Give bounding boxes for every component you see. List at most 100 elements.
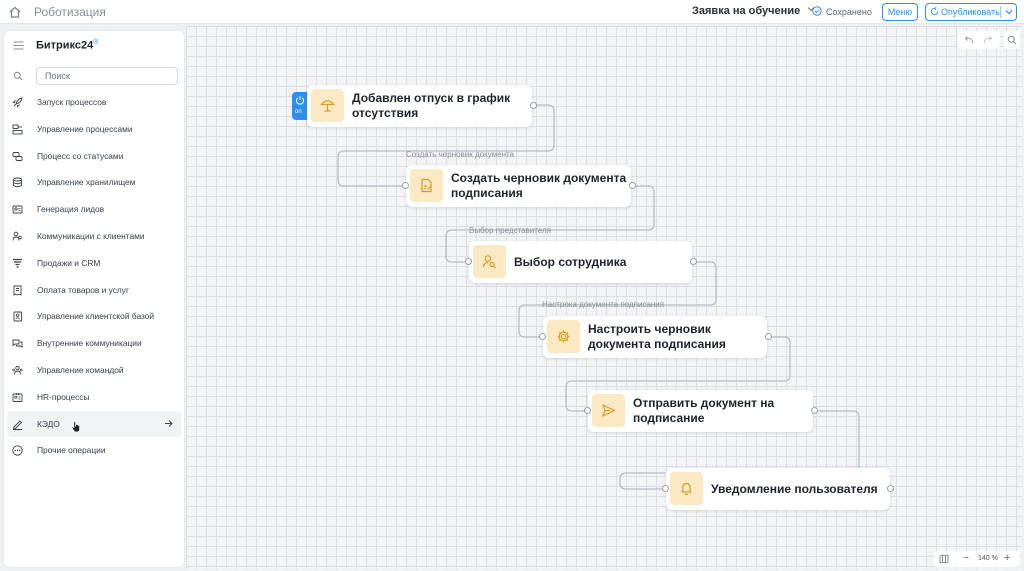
home-icon[interactable] [8,5,22,19]
sidebar-item-label: Управление командой [37,364,124,375]
node-title-line-1: Отправить документ на [633,396,775,410]
publish-divider [1000,6,1001,18]
sidebar-item-label: Управление клиентской базой [37,311,155,322]
flow-name: Заявка на обучение [692,5,801,17]
node-title: Уведомление пользователя [711,482,878,496]
flow-node-user-notification[interactable]: Уведомление пользователя [666,468,890,510]
check-circle-icon [812,6,822,16]
lead-card-icon [12,205,23,214]
canvas-search-button[interactable] [1004,31,1020,49]
flow-node-select-employee[interactable]: Выбор сотрудника [469,241,692,283]
vacation-umbrella-icon [320,100,335,112]
funnel-icon [13,258,22,268]
status-flow-icon [12,151,23,161]
node-icon-box [473,245,506,278]
flow-select-dropdown[interactable]: Заявка на обучение [692,5,815,17]
sidebar-item-internal-communications[interactable]: Внутренние коммуникации [4,330,184,357]
trigger-toggle[interactable]: on [292,92,308,120]
minimap-icon[interactable] [939,554,949,564]
node-title-line-1: Создать черновик документа [451,171,627,185]
node-title: Выбор сотрудника [514,255,627,269]
sidebar-item-label: Процесс со статусами [37,150,124,161]
sidebar-item-kedo[interactable]: КЭДО [7,410,181,438]
zoom-out-button[interactable]: − [963,553,969,564]
team-icon [12,365,23,375]
top-bar: Роботизация Заявка на обучение Сохранено… [0,0,1024,24]
process-blocks-icon [12,124,23,135]
sidebar-item-lead-generation[interactable]: Генерация лидов [4,196,184,223]
undo-icon[interactable] [964,35,974,45]
saved-status: Сохранено [812,6,872,17]
brand-mark: ® [93,39,99,46]
node-title: Отправить документ на подписание [633,396,774,426]
sidebar-item-process-launch[interactable]: Запуск процессов [4,89,184,116]
output-port[interactable] [690,258,697,265]
output-port[interactable] [530,102,537,109]
edge-label-select-representative: Выбор представителя [469,226,552,235]
sidebar-item-process-management[interactable]: Управление процессами [4,116,184,143]
output-port[interactable] [887,485,894,492]
output-port[interactable] [811,407,818,414]
sidebar-item-label: Управление процессами [37,123,133,134]
flow-node-send-document[interactable]: Отправить документ на подписание [588,390,813,432]
node-title-line-1: Настроить черновик [588,322,711,336]
saved-status-label: Сохранено [826,7,872,17]
mouse-pointer-hand-icon [71,421,80,433]
node-title-line-2: отсутствия [352,106,419,120]
sidebar-item-client-communications[interactable]: Коммуникации с клиентами [4,223,184,250]
sidebar-item-team-management[interactable]: Управление командой [4,357,184,384]
chat-icon [12,339,23,349]
bell-icon [681,482,692,496]
hamburger-menu-icon[interactable] [13,41,24,50]
sidebar-item-label: КЭДО [37,418,60,429]
sidebar-item-other-operations[interactable]: Прочие операции [4,437,184,464]
hr-badge-icon [12,392,23,402]
app-title: Роботизация [34,5,106,19]
input-port[interactable] [662,485,669,492]
sidebar-item-label: Управление хранилищем [37,177,136,188]
flow-node-create-draft[interactable]: Создать черновик документа подписания [406,165,631,207]
sidebar-item-status-process[interactable]: Процесс со статусами [4,143,184,170]
brand-name: Битрикс24 [36,39,94,52]
input-port[interactable] [402,182,409,189]
redo-icon[interactable] [983,35,993,45]
node-title: Настроить черновик документа подписания [588,322,726,352]
menu-button[interactable]: Меню [882,3,918,21]
sidebar-search-input[interactable] [36,67,178,85]
output-port[interactable] [765,333,772,340]
more-dots-icon [12,445,23,457]
sidebar-item-label: Прочие операции [37,445,106,456]
node-icon-box [592,394,625,427]
zoom-in-button[interactable]: + [1004,552,1010,564]
flow-node-configure-draft[interactable]: Настроить черновик документа подписания [543,316,767,358]
sidebar-item-label: Запуск процессов [37,97,107,107]
edge-label-configure-document: Настрока документа подписания [542,300,665,309]
brand-logo[interactable]: Битрикс24® [36,39,98,52]
node-icon-box [410,169,443,202]
input-port[interactable] [584,407,591,414]
power-icon [296,96,304,105]
flow-node-vacation-trigger[interactable]: Добавлен отпуск в график отсутствия [307,85,532,127]
people-icon [12,231,22,241]
publish-label-text: Опубликовать [941,7,1000,17]
sidebar-item-payments[interactable]: Оплата товаров и услуг [4,277,184,304]
sidebar-item-storage-management[interactable]: Управление хранилищем [4,169,184,196]
node-title-line-2: документа подписания [588,337,726,351]
output-port[interactable] [629,182,636,189]
sidebar-menu: Запуск процессов Управление процессами П… [4,89,184,464]
zoom-controls: − 140 % + [934,551,1020,567]
sidebar-item-label: HR-процессы [37,391,90,402]
sidebar-item-client-base[interactable]: Управление клиентской базой [4,303,184,330]
publish-options-chevron-icon[interactable] [1005,8,1013,16]
publish-button-label: Опубликовать [930,7,1000,17]
sidebar-item-hr-processes[interactable]: HR-процессы [4,384,184,411]
node-title-line-2: подписание [633,411,705,425]
node-icon-box [547,320,580,353]
sidebar-item-sales-crm[interactable]: Продажи и CRM [4,250,184,277]
contact-book-icon [13,311,22,322]
input-port[interactable] [539,333,546,340]
send-arrow-icon [602,404,616,417]
sidebar: Битрикс24® Запуск процессов Управление п… [4,31,184,567]
publish-button[interactable]: Опубликовать [925,3,1017,21]
input-port[interactable] [465,258,472,265]
